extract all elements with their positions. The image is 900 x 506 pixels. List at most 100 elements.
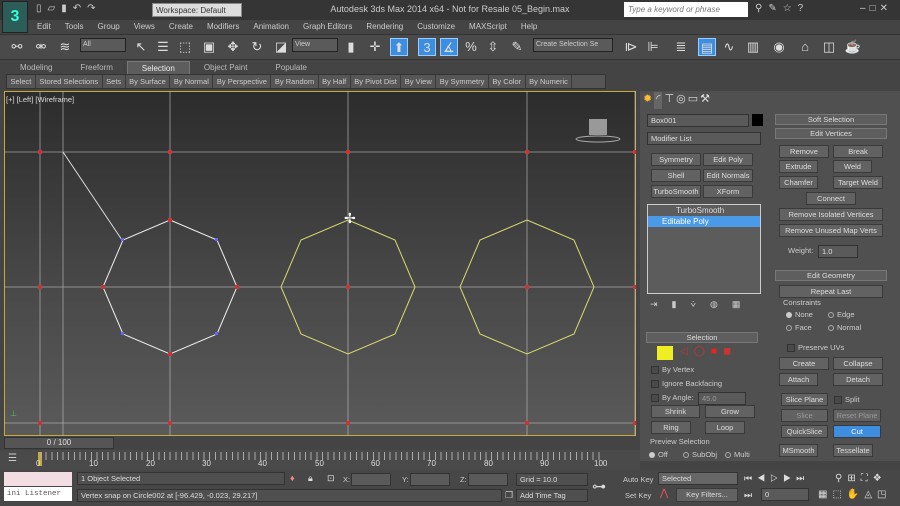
percent-snap-icon[interactable]: % [462,38,480,56]
absolute-mode-icon[interactable]: ⊡ [327,473,335,484]
key-filters-button[interactable]: Key Filters... [676,488,738,502]
ribbon-by-view[interactable]: By View [401,75,437,88]
edit-normals-button[interactable]: Edit Normals [703,169,753,182]
constraint-face-radio[interactable]: Face [786,323,812,332]
menu-maxscript[interactable]: MAXScript [462,20,514,34]
link-icon[interactable]: ⚯ [8,38,26,56]
selection-filter-dropdown[interactable]: All [80,38,126,52]
vertex-mode-icon[interactable] [657,346,673,360]
preserve-uvs-checkbox[interactable]: Preserve UVs [787,343,844,353]
edit-named-selection-icon[interactable]: ✎ [508,38,526,56]
move-icon[interactable]: ✥ [224,38,242,56]
preview-off-radio[interactable]: Off [649,450,668,459]
pivot-icon[interactable]: ▮ [342,38,360,56]
maxscript-mini-listener[interactable]: ini Listener [4,487,72,501]
schematic-view-icon[interactable]: ▥ [744,38,762,56]
split-checkbox[interactable]: Split [834,395,860,405]
modifier-list-dropdown[interactable]: Modifier List [647,132,761,145]
hierarchy-tab-icon[interactable]: ⊤ [664,92,674,109]
set-key-button[interactable]: Set Key [625,491,651,500]
ribbon-sets[interactable]: Sets [103,75,126,88]
cut-button[interactable]: Cut [833,425,881,438]
stack-item-turbosmooth[interactable]: TurboSmooth [648,205,760,216]
ring-button[interactable]: Ring [651,421,691,434]
y-coordinate-field[interactable] [410,473,450,486]
ribbon-stored-selections[interactable]: Stored Selections [36,75,103,88]
subobject-mode-icons[interactable]: ◁◯■◼ [680,346,737,357]
key-mode-toggle-icon[interactable]: ⏭ [744,490,752,501]
ribbon-select[interactable]: Select [7,75,36,88]
maxscript-mini-listener-pink[interactable] [4,472,72,486]
angle-snap-icon[interactable]: ∡ [440,38,458,56]
isolate-icon[interactable]: ♦ [290,473,295,483]
menu-edit[interactable]: Edit [30,20,58,34]
layer-manager-icon[interactable]: ≣ [672,38,690,56]
current-frame-field[interactable]: 0 [761,488,809,501]
bind-space-warp-icon[interactable]: ≋ [56,38,74,56]
default-tangents-icon[interactable]: ⋀ [660,488,668,499]
keyboard-shortcut-override-icon[interactable]: ⬆ [390,38,408,56]
ribbon-by-numeric[interactable]: By Numeric [526,75,573,88]
scene-explorer-icon[interactable]: ▤ [698,38,716,56]
create-tab-icon[interactable]: ✹ [643,92,652,109]
ignore-backfacing-checkbox[interactable]: Ignore Backfacing [651,379,722,389]
snaps-toggle-icon[interactable]: 3 [418,38,436,56]
slice-button[interactable]: Slice [781,409,828,422]
playback-controls[interactable]: ⏮◀▷▶⏭ [744,473,809,484]
motion-tab-icon[interactable]: ◎ [676,92,686,109]
menu-tools[interactable]: Tools [58,20,91,34]
xform-button[interactable]: XForm [703,185,753,198]
weight-spinner[interactable]: 1.0 [818,245,858,258]
grow-button[interactable]: Grow [705,405,755,418]
shrink-button[interactable]: Shrink [651,405,700,418]
by-angle-checkbox[interactable]: By Angle: [651,393,694,403]
tab-selection[interactable]: Selection [126,61,190,74]
ribbon-by-perspective[interactable]: By Perspective [213,75,272,88]
menu-rendering[interactable]: Rendering [359,20,410,34]
collapse-button[interactable]: Collapse [833,357,883,370]
track-bar[interactable]: ☰ 0 10 20 30 40 50 60 70 80 90 100 [0,450,640,470]
menu-group[interactable]: Group [90,20,126,34]
named-selection-dropdown[interactable]: Create Selection Se [533,38,613,52]
angle-spinner[interactable]: 45.0 [698,392,746,405]
x-coordinate-field[interactable] [351,473,391,486]
viewport-scene[interactable]: ✢ ⊥ [4,91,636,436]
z-coordinate-field[interactable] [468,473,508,486]
workspace-dropdown[interactable]: Workspace: Default [152,3,242,17]
turbosmooth-button[interactable]: TurboSmooth [651,185,701,198]
spinner-snap-icon[interactable]: ⇳ [484,38,502,56]
viewport-left[interactable]: ✢ ⊥ [4,91,636,436]
select-manipulate-icon[interactable]: ✛ [366,38,384,56]
reference-coordinate-dropdown[interactable]: View [292,38,338,52]
menu-create[interactable]: Create [162,20,200,34]
select-by-name-icon[interactable]: ☰ [154,38,172,56]
tessellate-button[interactable]: Tessellate [833,444,873,457]
edit-geometry-header[interactable]: Edit Geometry [775,270,887,281]
mirror-icon[interactable]: ⧐ [622,38,640,56]
remove-isolated-vertices-button[interactable]: Remove Isolated Vertices [779,208,883,221]
mini-curve-editor-icon[interactable]: ☰ [8,453,17,464]
menu-views[interactable]: Views [127,20,162,34]
ribbon-by-random[interactable]: By Random [271,75,319,88]
loop-button[interactable]: Loop [705,421,745,434]
stack-item-editable-poly[interactable]: Editable Poly [648,216,760,227]
object-name-field[interactable]: Box001 [647,114,749,127]
quick-access-icons[interactable]: ▯▱▮↶↷ [36,3,101,14]
ribbon-by-surface[interactable]: By Surface [126,75,171,88]
lock-selection-icon[interactable]: 🔒︎ [308,473,313,484]
auto-key-button[interactable]: Auto Key [623,475,653,484]
viewport-nav-icons-2[interactable]: ▦⬚✋◬◳ [818,489,892,500]
tab-object-paint[interactable]: Object Paint [190,61,262,74]
selection-rollout-header[interactable]: Selection [646,332,758,343]
ribbon-by-half[interactable]: By Half [319,75,351,88]
soft-selection-header[interactable]: Soft Selection [775,114,887,125]
tab-modeling[interactable]: Modeling [6,61,66,74]
reset-plane-button[interactable]: Reset Plane [833,409,881,422]
infocenter-icons[interactable]: ⚲✎☆? [755,3,809,14]
ribbon-by-normal[interactable]: By Normal [170,75,214,88]
ribbon-by-color[interactable]: By Color [489,75,526,88]
utilities-tab-icon[interactable]: ⚒ [700,92,710,109]
time-slider[interactable]: 0 / 100 [4,437,114,449]
msmooth-button[interactable]: MSmooth [779,444,818,457]
repeat-last-button[interactable]: Repeat Last [779,285,883,298]
